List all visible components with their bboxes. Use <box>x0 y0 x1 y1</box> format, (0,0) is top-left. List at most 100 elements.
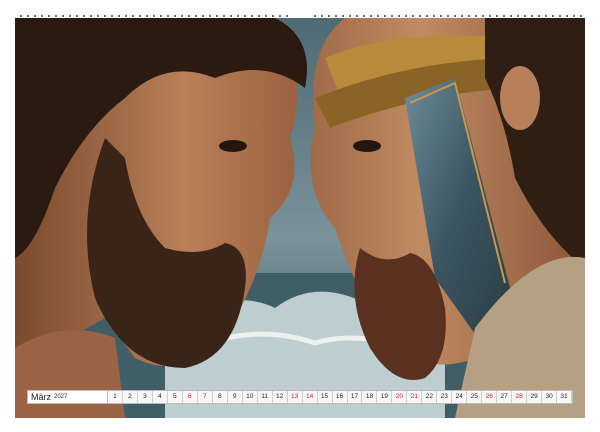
binding-hole <box>545 15 547 17</box>
binding-hole <box>153 15 155 17</box>
calendar-month-strip: März 2027 1 2 3 4 5 6 7 8 9 10 11 12 13 14 15 16 17 18 19 2… <box>27 390 573 404</box>
binding-hole <box>552 15 554 17</box>
day-cell: 29 <box>527 391 543 403</box>
day-cell: 27 <box>497 391 513 403</box>
day-cell: 19 <box>377 391 393 403</box>
binding-hole <box>349 15 351 17</box>
binding-hole <box>202 15 204 17</box>
binding-hole <box>272 15 274 17</box>
day-cell: 20 <box>392 391 408 403</box>
binding-hole <box>384 15 386 17</box>
day-cell: 26 <box>482 391 498 403</box>
two-warriors-illustration <box>15 18 585 418</box>
binding-hole <box>461 15 463 17</box>
binding-hole <box>321 15 323 17</box>
day-cell: 4 <box>152 391 168 403</box>
day-cell: 25 <box>467 391 483 403</box>
binding-hole <box>244 15 246 17</box>
binding-hole <box>111 15 113 17</box>
binding-hole <box>139 15 141 17</box>
binding-hole <box>195 15 197 17</box>
binding-hole <box>286 15 288 17</box>
binding-hole <box>48 15 50 17</box>
day-cell: 28 <box>512 391 528 403</box>
day-cell: 6 <box>182 391 198 403</box>
binding-hole <box>160 15 162 17</box>
binding-hole <box>391 15 393 17</box>
day-cell: 10 <box>242 391 258 403</box>
calendar-photo <box>15 18 585 418</box>
binding-hole <box>258 15 260 17</box>
binding-hole <box>55 15 57 17</box>
binding-hole <box>517 15 519 17</box>
day-cell: 11 <box>257 391 273 403</box>
binding-hole <box>279 15 281 17</box>
binding-hole <box>412 15 414 17</box>
day-cell: 9 <box>227 391 243 403</box>
binding-hole <box>510 15 512 17</box>
binding-hole <box>223 15 225 17</box>
binding-hole <box>174 15 176 17</box>
binding-hole <box>41 15 43 17</box>
day-cell: 2 <box>122 391 138 403</box>
binding-hole <box>314 15 316 17</box>
binding-hole <box>132 15 134 17</box>
day-cell: 14 <box>302 391 318 403</box>
binding-hole <box>216 15 218 17</box>
binding-hole <box>342 15 344 17</box>
binding-hole <box>489 15 491 17</box>
day-cell: 18 <box>362 391 378 403</box>
day-cell: 16 <box>332 391 348 403</box>
binding-hole <box>328 15 330 17</box>
binding-hole <box>90 15 92 17</box>
binding-hole <box>335 15 337 17</box>
binding-hole <box>426 15 428 17</box>
binding-hole <box>237 15 239 17</box>
binding-hole <box>363 15 365 17</box>
day-cell: 21 <box>407 391 423 403</box>
binding-hole <box>146 15 148 17</box>
binding-hole <box>531 15 533 17</box>
binding-hole <box>20 15 22 17</box>
binding-hole <box>503 15 505 17</box>
binding-hole <box>433 15 435 17</box>
day-cell: 15 <box>317 391 333 403</box>
binding-hole <box>580 15 582 17</box>
binding-hole <box>405 15 407 17</box>
binding-hole <box>83 15 85 17</box>
day-cell: 3 <box>137 391 153 403</box>
day-cell: 1 <box>108 391 123 403</box>
binding-hole <box>356 15 358 17</box>
binding-hole <box>62 15 64 17</box>
binding-hole <box>34 15 36 17</box>
binding-hole <box>482 15 484 17</box>
binding-hole <box>475 15 477 17</box>
month-label: März 2027 <box>28 391 108 403</box>
month-name: März <box>31 392 51 402</box>
binding-hole <box>69 15 71 17</box>
binding-hole <box>265 15 267 17</box>
day-cell: 31 <box>557 391 573 403</box>
binding-hole <box>419 15 421 17</box>
day-cell: 13 <box>287 391 303 403</box>
binding-hole <box>188 15 190 17</box>
binding-hole <box>104 15 106 17</box>
binding-hole <box>230 15 232 17</box>
day-cell: 8 <box>212 391 228 403</box>
day-cell: 17 <box>347 391 363 403</box>
binding-hole <box>447 15 449 17</box>
binding-hole <box>370 15 372 17</box>
day-cell: 24 <box>452 391 468 403</box>
binding-hole <box>566 15 568 17</box>
binding-hole <box>377 15 379 17</box>
binding-hole <box>573 15 575 17</box>
binding-hole <box>125 15 127 17</box>
day-cell: 23 <box>437 391 453 403</box>
binding-hole <box>181 15 183 17</box>
binding-hole <box>167 15 169 17</box>
binding-hole <box>76 15 78 17</box>
binding-hole <box>27 15 29 17</box>
day-cell: 5 <box>167 391 183 403</box>
day-cell: 22 <box>422 391 438 403</box>
binding-hole <box>440 15 442 17</box>
